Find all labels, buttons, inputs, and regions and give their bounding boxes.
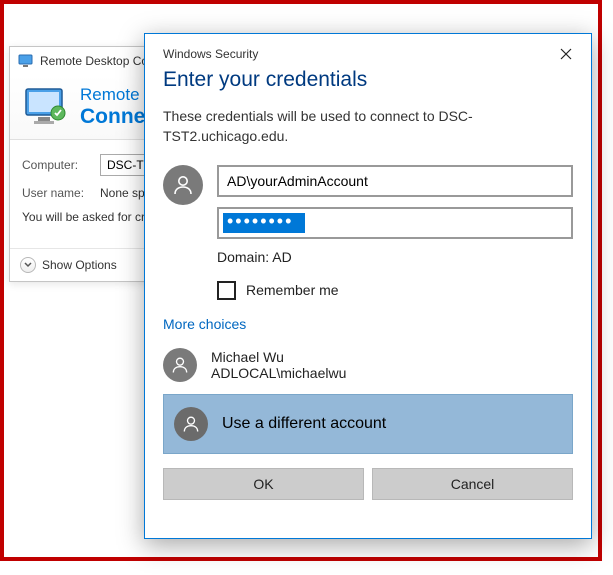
saved-account-text: Michael Wu ADLOCAL\michaelwu (211, 349, 346, 381)
person-icon (170, 355, 190, 375)
security-subtitle: These credentials will be used to connec… (145, 106, 591, 165)
username-input[interactable] (217, 165, 573, 197)
security-title: Enter your credentials (145, 68, 591, 106)
cancel-button[interactable]: Cancel (372, 468, 573, 500)
ok-button[interactable]: OK (163, 468, 364, 500)
avatar-icon (174, 407, 208, 441)
credentials-block: •••••••• Domain: AD Remember me (145, 165, 591, 316)
show-options-toggle[interactable]: Show Options (20, 257, 117, 273)
password-input[interactable] (217, 207, 573, 239)
use-different-account-row[interactable]: Use a different account (163, 394, 573, 454)
windows-security-dialog: Windows Security Enter your credentials … (144, 33, 592, 539)
remember-me-label: Remember me (246, 282, 339, 298)
use-different-account-label: Use a different account (222, 415, 386, 433)
close-button[interactable] (551, 42, 581, 66)
account-domain-user: ADLOCAL\michaelwu (211, 365, 346, 381)
monitor-icon (24, 87, 68, 127)
security-header: Windows Security (145, 34, 591, 68)
rdc-username-label: User name: (22, 186, 100, 200)
rdc-app-icon (18, 53, 34, 69)
close-icon (560, 48, 572, 60)
remember-me-checkbox[interactable]: Remember me (217, 281, 573, 300)
domain-label: Domain: AD (217, 249, 573, 265)
security-header-label: Windows Security (163, 47, 258, 61)
credential-fields: •••••••• Domain: AD Remember me (217, 165, 573, 300)
more-choices-link[interactable]: More choices (145, 316, 591, 342)
account-display-name: Michael Wu (211, 349, 346, 365)
rdc-computer-label: Computer: (22, 158, 100, 172)
person-icon (181, 414, 201, 434)
avatar-icon (163, 348, 197, 382)
person-icon (171, 173, 195, 197)
show-options-label: Show Options (42, 258, 117, 272)
saved-account-row[interactable]: Michael Wu ADLOCAL\michaelwu (145, 342, 591, 388)
checkbox-box (217, 281, 236, 300)
avatar-icon (163, 165, 203, 205)
chevron-down-icon (20, 257, 36, 273)
dialog-buttons: OK Cancel (145, 468, 591, 516)
